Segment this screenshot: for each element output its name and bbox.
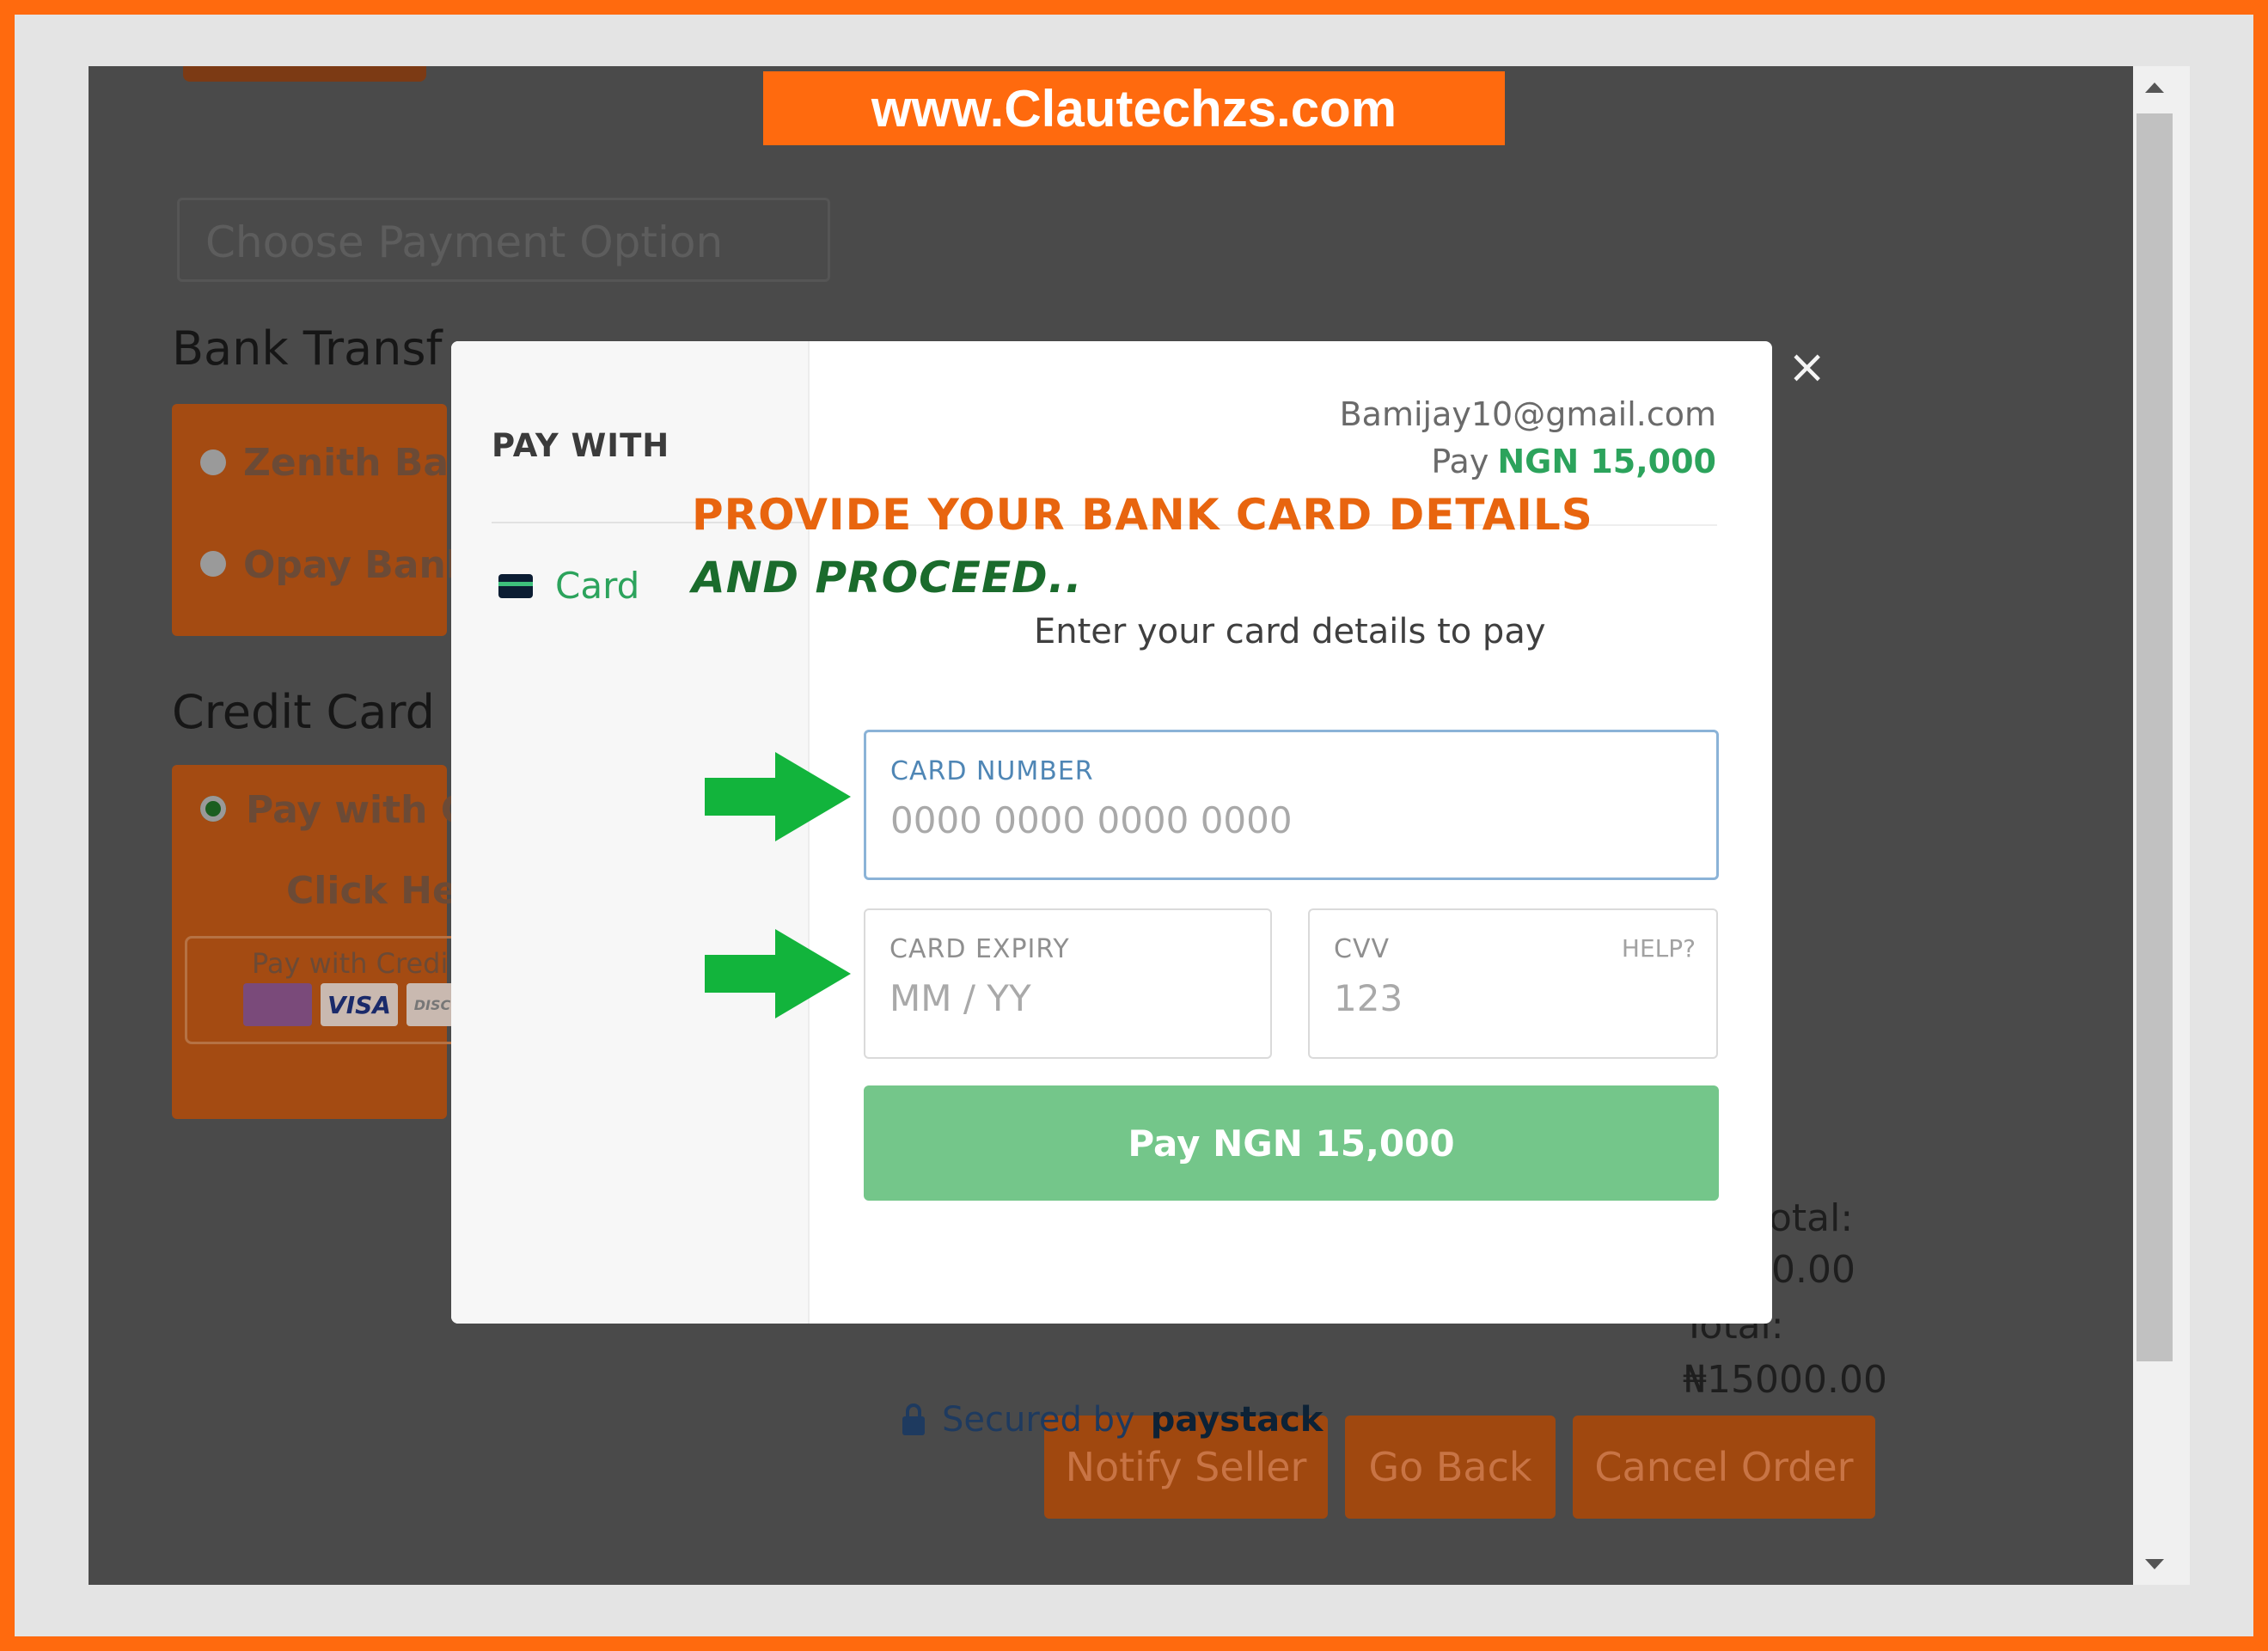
annotation-line-1: PROVIDE YOUR BANK CARD DETAILS [692,490,1593,540]
pay-amount-value: NGN 15,000 [1497,443,1716,480]
customer-email: Bamijay10@gmail.com [1339,395,1716,433]
card-instruction: Enter your card details to pay [1034,612,1546,651]
secured-by-paystack: Secured by paystack [901,1400,1323,1440]
go-back-button[interactable]: Go Back [1345,1416,1556,1519]
mastercard-logo-icon [243,983,312,1026]
close-icon[interactable]: × [1788,339,1826,394]
pay-button[interactable]: Pay NGN 15,000 [864,1085,1719,1201]
cvv-field[interactable]: CVV HELP? [1308,908,1718,1059]
scroll-down-arrow-icon[interactable] [2145,1559,2164,1569]
scroll-up-arrow-icon[interactable] [2145,83,2164,93]
credit-card-heading: Credit Card [172,685,435,739]
bank-option-zenith[interactable]: Zenith Ban [243,441,475,485]
pay-amount: Pay NGN 15,000 [1431,443,1716,480]
pay-with-label: PAY WITH [492,427,670,464]
annotation-line-2: AND PROCEED.. [692,553,1083,602]
paystack-payment-modal: PAY WITH Card Bamijay10@gmail.com Pay NGN… [451,341,1772,1324]
credit-card-radio[interactable] [200,796,226,822]
paystack-brand: paystack [1150,1400,1324,1440]
cvv-input[interactable] [1334,977,1660,1019]
visa-logo-icon: VISA [321,983,398,1026]
payment-method-card[interactable]: Card [498,565,639,607]
card-number-input[interactable] [890,799,1571,841]
scrollbar-thumb[interactable] [2137,113,2173,1361]
click-here-link[interactable]: Click He [286,869,458,913]
pay-with-card-text: Pay with Credi [252,947,449,980]
bank-transfer-heading: Bank Transf [172,321,443,376]
secured-text: Secured by [942,1400,1135,1440]
payment-method-card-label: Card [555,565,640,607]
credit-card-icon [498,573,533,598]
zenith-radio[interactable] [200,449,226,475]
card-number-label: CARD NUMBER [890,756,1094,786]
cancel-order-button[interactable]: Cancel Order [1573,1416,1875,1519]
bg-top-button [183,66,426,82]
cvv-help-link[interactable]: HELP? [1622,934,1696,963]
discover-logo-icon: DISC [407,983,458,1026]
card-number-field[interactable]: CARD NUMBER [864,730,1719,880]
opay-radio[interactable] [200,551,226,577]
pay-prefix: Pay [1431,443,1489,480]
arrow-right-icon [705,752,851,841]
card-expiry-input[interactable] [889,977,1213,1019]
card-expiry-label: CARD EXPIRY [889,934,1070,964]
bank-option-opay[interactable]: Opay Bank [243,543,471,587]
cvv-label: CVV [1334,934,1390,964]
watermark-banner: www.Clautechzs.com [763,71,1505,145]
bank-transfer-box [172,404,447,636]
lock-icon [902,1403,925,1435]
total-value: ₦15000.00 [1683,1358,1887,1402]
arrow-right-icon [705,929,851,1018]
subtotal-label: otal: [1769,1196,1854,1240]
choose-payment-option-select[interactable]: Choose Payment Option [177,198,830,282]
credit-option-label[interactable]: Pay with C [246,788,468,832]
card-expiry-field[interactable]: CARD EXPIRY [864,908,1272,1059]
